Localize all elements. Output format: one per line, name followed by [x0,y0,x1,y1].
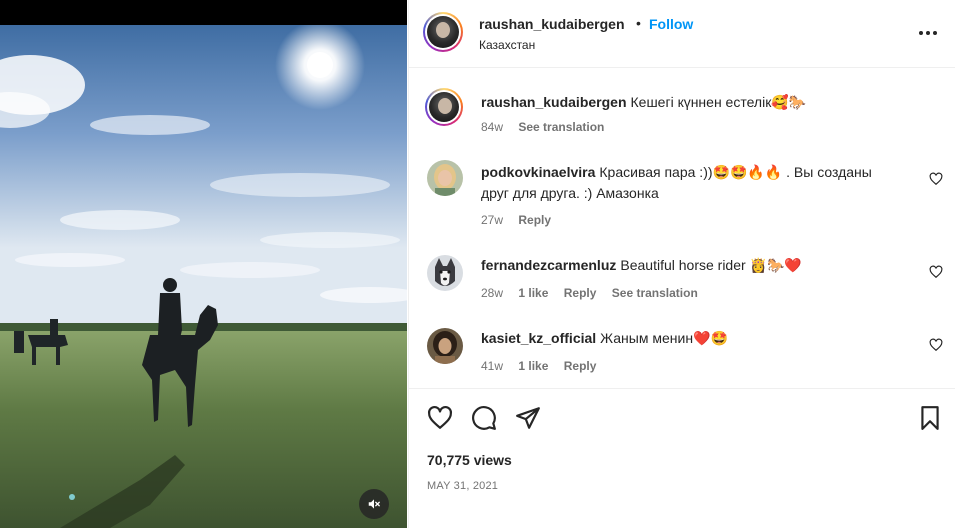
heart-icon[interactable] [427,405,453,431]
comment-body: Beautiful horse rider 👸🐎❤️ [620,257,802,273]
heart-icon[interactable] [929,265,943,279]
post-header: raushan_kudaibergen • Follow Казахстан [409,0,955,68]
commenter-avatar[interactable] [427,160,463,196]
comment-time[interactable]: 41w [481,359,503,373]
heart-icon[interactable] [929,338,943,352]
paper-plane-icon[interactable] [515,405,541,431]
speaker-muted-icon [368,499,380,509]
comment-username[interactable]: podkovkinaelvira [481,164,595,180]
comment-username[interactable]: kasiet_kz_official [481,330,596,346]
comment-time[interactable]: 27w [481,213,503,227]
see-translation-link[interactable]: See translation [612,286,698,300]
commenter-avatar[interactable] [425,88,463,126]
commenter-avatar[interactable] [427,255,463,291]
likes-count[interactable]: 1 like [518,286,548,300]
likes-count[interactable]: 1 like [518,359,548,373]
commenter-avatar[interactable] [427,328,463,364]
comment-time[interactable]: 84w [481,120,503,134]
bookmark-icon[interactable] [917,405,943,431]
ellipsis-icon[interactable] [915,20,941,46]
comments-list: raushan_kudaibergen Кешегі күннен естелік… [409,69,955,387]
reply-button[interactable]: Reply [518,213,551,227]
post-media[interactable] [0,0,407,528]
heart-icon[interactable] [929,172,943,186]
comment-icon[interactable] [471,405,497,431]
post-actions: 70,775 views MAY 31, 2021 [409,388,955,528]
reply-button[interactable]: Reply [564,359,597,373]
comment-body: Кешегі күннен естелік🥰🐎 [630,94,807,110]
views-count[interactable]: 70,775 views [427,452,512,468]
comment-username[interactable]: fernandezcarmenluz [481,257,616,273]
author-username[interactable]: raushan_kudaibergen [479,16,625,32]
author-avatar[interactable] [423,12,463,52]
post-date[interactable]: MAY 31, 2021 [427,480,498,492]
comment-meta: 27w Reply [481,213,563,227]
post-location[interactable]: Казахстан [479,38,535,52]
reply-button[interactable]: Reply [564,286,597,300]
comment-text: kasiet_kz_official Жаным менин❤️🤩 [481,328,901,349]
video-frame-horse-rider [0,25,407,528]
comment-text: raushan_kudaibergen Кешегі күннен естелік… [481,92,901,113]
separator-dot: • [636,15,641,31]
comment-meta: 41w 1 like Reply [481,359,608,373]
mute-button[interactable] [359,489,389,519]
comment-time[interactable]: 28w [481,286,503,300]
comment-text: podkovkinaelvira Красивая пара :))🤩🤩🔥🔥 . … [481,162,901,204]
follow-button[interactable]: Follow [649,16,693,32]
comment-body: Жаным менин❤️🤩 [600,330,728,346]
comment-meta: 84w See translation [481,120,616,134]
comment-meta: 28w 1 like Reply See translation [481,286,710,300]
post-details-panel: raushan_kudaibergen • Follow Казахстан r… [408,0,955,528]
comment-text: fernandezcarmenluz Beautiful horse rider … [481,255,901,276]
comment-username[interactable]: raushan_kudaibergen [481,94,627,110]
see-translation-link[interactable]: See translation [518,120,604,134]
